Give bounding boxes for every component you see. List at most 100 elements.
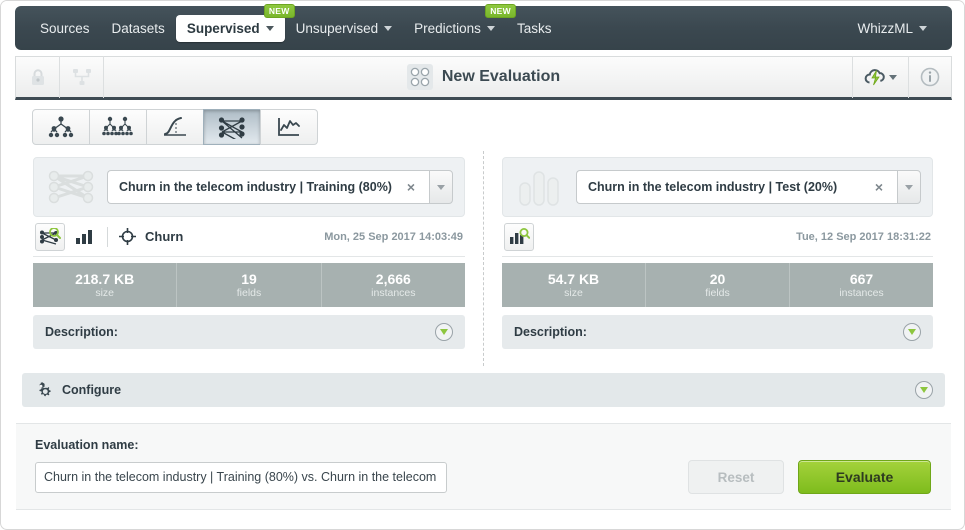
nav-item-supervised[interactable]: Supervised NEW — [175, 3, 295, 42]
evaluation-matrix-icon — [406, 64, 433, 90]
stat-instances: 2,666 instances — [322, 263, 465, 307]
nav-item-predictions[interactable]: Predictions NEW — [403, 3, 516, 42]
share-network-icon — [72, 69, 92, 85]
script-actions-button[interactable] — [852, 56, 908, 98]
description-label: Description: — [45, 325, 118, 339]
stat-size: 54.7 KB size — [502, 263, 646, 307]
stat-size: 218.7 KB size — [33, 263, 178, 307]
dataset-select-dropdown-button[interactable] — [897, 170, 921, 204]
configure-label: Configure — [62, 383, 122, 397]
share-button[interactable] — [60, 56, 104, 98]
nav-label: Datasets — [111, 20, 165, 36]
new-badge: NEW — [263, 3, 295, 18]
nav-label: Predictions — [414, 20, 481, 36]
stat-value: 54.7 KB — [547, 270, 600, 287]
stat-label: instances — [371, 287, 416, 300]
decision-tree-icon — [47, 115, 75, 139]
page-title: New Evaluation — [441, 68, 561, 85]
dataset-timestamp: Tue, 12 Sep 2017 18:31:22 — [796, 230, 931, 243]
model-description-row[interactable]: Description: — [33, 315, 465, 349]
evaluation-form: Evaluation name: Reset Evaluate — [16, 423, 951, 510]
model-timestamp: Mon, 25 Sep 2017 14:03:49 — [324, 230, 463, 243]
chevron-down-icon — [265, 25, 274, 31]
model-type-logistic-regression[interactable] — [146, 109, 204, 145]
configure-section-toggle[interactable]: Configure — [22, 373, 945, 407]
dataset-select[interactable]: Churn in the telecom industry | Test (20… — [576, 170, 921, 204]
header-left-actions — [16, 56, 104, 98]
stat-label: fields — [705, 287, 730, 300]
objective-field-name: Churn — [145, 229, 184, 244]
chevron-down-icon — [919, 25, 927, 31]
evaluation-panels: Churn in the telecom industry | Training… — [15, 151, 952, 366]
main-nav: Sources Datasets Supervised NEW Unsuperv… — [15, 3, 952, 50]
divider — [107, 226, 108, 247]
nav-label: Tasks — [516, 20, 552, 36]
chevron-down-circle-icon[interactable] — [915, 381, 933, 399]
stat-label: size — [95, 287, 114, 300]
model-type-ensemble[interactable] — [89, 109, 147, 145]
dataset-panel: Churn in the telecom industry | Test (20… — [483, 151, 951, 366]
model-type-timeseries[interactable] — [260, 109, 318, 145]
stat-fields: 20 fields — [646, 263, 790, 307]
dataset-search-icon — [508, 227, 530, 246]
model-select[interactable]: Churn in the telecom industry | Training… — [107, 170, 453, 204]
deepnet-icon — [45, 165, 97, 209]
model-type-decision-tree[interactable] — [32, 109, 90, 145]
model-type-group — [32, 109, 318, 145]
stat-value: 19 — [241, 270, 257, 287]
logistic-regression-icon — [161, 115, 189, 139]
chevron-down-circle-icon[interactable] — [903, 323, 921, 341]
nav-item-account-whizzml[interactable]: WhizzML — [846, 15, 938, 42]
dataset-bars-icon — [514, 165, 566, 209]
gears-icon — [34, 380, 54, 400]
lock-icon — [31, 68, 45, 86]
nav-item-sources[interactable]: Sources — [29, 15, 101, 42]
evaluate-button[interactable]: Evaluate — [798, 460, 931, 494]
evaluation-name-input[interactable] — [35, 461, 447, 493]
deepnet-search-icon — [39, 227, 61, 246]
stat-value: 2,666 — [375, 270, 411, 287]
nav-item-datasets[interactable]: Datasets — [101, 15, 176, 42]
privacy-lock-button[interactable] — [16, 56, 60, 98]
evaluation-name-label: Evaluation name: — [35, 438, 139, 452]
account-label: WhizzML — [857, 20, 913, 36]
info-button[interactable] — [908, 56, 951, 98]
bigml-evaluation-window: Sources Datasets Supervised NEW Unsuperv… — [0, 0, 965, 530]
chevron-down-icon — [437, 184, 445, 190]
stat-value: 218.7 KB — [75, 270, 135, 287]
close-icon[interactable]: × — [869, 179, 889, 195]
dataset-info-row: Tue, 12 Sep 2017 18:31:22 — [502, 217, 933, 257]
dataset-select-value-area[interactable]: Churn in the telecom industry | Test (20… — [576, 170, 897, 204]
model-stats-bar: 218.7 KB size 19 fields 2,666 instances — [33, 263, 465, 307]
model-select-value-area[interactable]: Churn in the telecom industry | Training… — [107, 170, 429, 204]
chevron-down-icon — [889, 74, 897, 80]
model-info-row: Churn Mon, 25 Sep 2017 14:03:49 — [33, 217, 465, 257]
model-select-dropdown-button[interactable] — [429, 170, 453, 204]
new-badge: NEW — [485, 3, 516, 18]
nav-item-unsupervised[interactable]: Unsupervised — [285, 15, 404, 42]
view-model-button[interactable] — [35, 222, 65, 251]
dataset-bars-icon — [74, 228, 96, 246]
dataset-description-row[interactable]: Description: — [502, 315, 933, 349]
model-type-deepnet[interactable] — [203, 109, 261, 145]
stat-label: instances — [839, 287, 884, 300]
top-navigation-bar: Sources Datasets Supervised NEW Unsuperv… — [1, 1, 964, 53]
deepnet-icon — [217, 115, 247, 139]
chevron-down-icon — [905, 184, 913, 190]
reset-button[interactable]: Reset — [688, 460, 784, 494]
page-title-group: New Evaluation — [16, 64, 951, 90]
dataset-selector-box: Churn in the telecom industry | Test (20… — [502, 157, 933, 217]
model-select-value: Churn in the telecom industry | Training… — [119, 180, 392, 194]
info-icon — [920, 67, 940, 87]
stat-fields: 19 fields — [177, 263, 322, 307]
nav-item-tasks[interactable]: Tasks — [506, 15, 563, 42]
chevron-down-circle-icon[interactable] — [435, 323, 453, 341]
form-buttons: Reset Evaluate — [688, 460, 932, 494]
view-dataset-button[interactable] — [504, 222, 534, 251]
stat-value: 667 — [849, 270, 874, 287]
nav-right-group: WhizzML — [846, 15, 938, 42]
target-icon — [119, 228, 136, 245]
close-icon[interactable]: × — [401, 179, 421, 195]
stat-value: 20 — [709, 270, 726, 287]
chevron-down-icon — [486, 25, 495, 31]
